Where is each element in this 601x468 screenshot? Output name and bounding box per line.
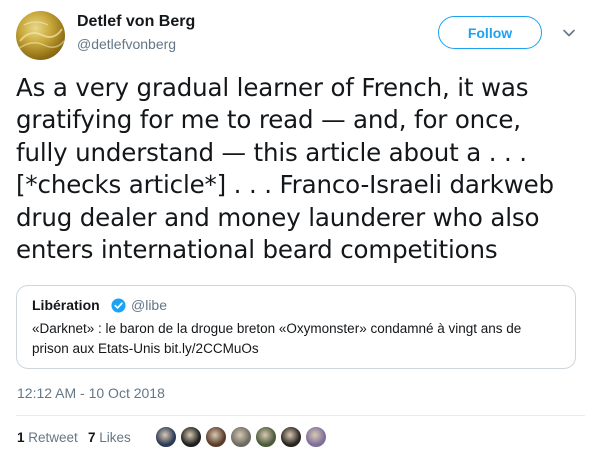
liker-avatar[interactable]	[255, 426, 277, 448]
quoted-text: «Darknet» : le baron de la drogue breton…	[32, 319, 562, 359]
tweet-text-line: gratifying for me to read — and, for onc…	[16, 105, 521, 135]
tweet-card: Detlef von Berg @detlefvonberg Follow As…	[0, 0, 601, 468]
retweet-count: 1	[17, 430, 25, 445]
like-stat[interactable]: 7 Likes	[88, 430, 131, 445]
quoted-author-handle: @libe	[131, 297, 168, 313]
quoted-tweet[interactable]: Libération @libe «Darknet» : le baron de…	[16, 285, 576, 369]
avatar-image	[17, 21, 65, 50]
tweet-timestamp[interactable]: 12:12 AM - 10 Oct 2018	[17, 385, 165, 401]
quoted-text-line: prison aux Etats-Unis bit.ly/2CCMuOs	[32, 341, 259, 356]
like-label: Likes	[99, 430, 131, 445]
tweet-text-line: drug dealer and money launderer who also	[16, 202, 540, 232]
tweet-text-line: As a very gradual learner of French, it …	[16, 73, 529, 102]
quoted-text-line: «Darknet» : le baron de la drogue breton…	[32, 321, 522, 336]
liker-avatar[interactable]	[305, 426, 327, 448]
verified-badge-icon	[111, 298, 126, 313]
author-name[interactable]: Detlef von Berg	[77, 13, 195, 31]
like-count: 7	[88, 430, 96, 445]
tweet-text: As a very gradual learner of French, it …	[16, 72, 586, 266]
liker-avatar[interactable]	[180, 426, 202, 448]
retweet-stat[interactable]: 1 Retweet	[17, 430, 78, 445]
author-handle[interactable]: @detlefvonberg	[77, 36, 176, 52]
tweet-text-line: enters international beard competitions	[16, 235, 498, 265]
follow-button[interactable]: Follow	[438, 16, 542, 49]
liker-avatar[interactable]	[280, 426, 302, 448]
chevron-down-icon[interactable]	[562, 26, 576, 40]
liker-avatar[interactable]	[205, 426, 227, 448]
quoted-author-name: Libération	[32, 297, 100, 313]
author-avatar[interactable]	[16, 11, 65, 60]
tweet-text-line: fully understand — this article about a …	[16, 137, 527, 167]
tweet-text-line: [*checks article*] . . . Franco-Israeli …	[16, 170, 554, 200]
liker-avatar[interactable]	[230, 426, 252, 448]
retweet-label: Retweet	[28, 430, 78, 445]
divider	[16, 415, 585, 416]
liker-avatar[interactable]	[155, 426, 177, 448]
